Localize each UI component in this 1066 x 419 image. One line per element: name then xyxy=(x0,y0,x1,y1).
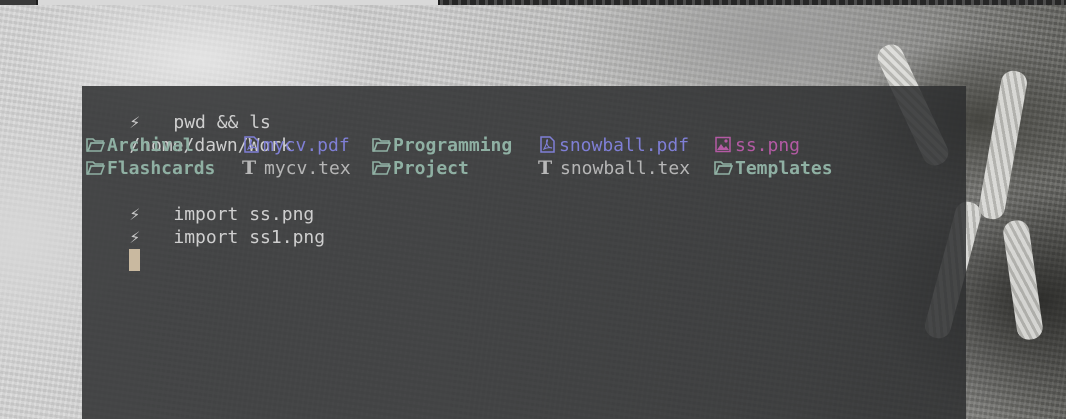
folder-open-icon xyxy=(372,159,391,175)
tex-file-icon: T xyxy=(538,157,553,179)
ls-row-1: Archival mycv.pdf Programming snowball.p… xyxy=(86,134,966,157)
workspace-indicator[interactable] xyxy=(0,0,36,5)
prompt-line: ⚡ import ss1.png xyxy=(86,203,966,248)
pdf-file-icon xyxy=(242,136,261,153)
status-bar xyxy=(0,0,1066,5)
pdf-file-icon xyxy=(538,136,557,153)
window-title-strip[interactable] xyxy=(38,0,438,5)
folder-open-icon xyxy=(86,136,105,152)
ls-entry-directory: Project xyxy=(372,157,469,180)
ls-entry-directory: Archival xyxy=(86,134,194,157)
ls-entry-tex: Tsnowball.tex xyxy=(538,157,691,179)
text-cursor xyxy=(129,249,141,271)
ls-entry-directory: Templates xyxy=(714,157,833,180)
folder-open-icon xyxy=(86,159,105,175)
image-file-icon xyxy=(714,136,733,153)
status-bar-info xyxy=(440,0,1066,5)
terminal-window[interactable]: ⚡ pwd && ls /home/dawn/Work Archival mycv… xyxy=(82,86,966,419)
output-line: /home/dawn/Work xyxy=(86,111,966,156)
ls-entry-directory: Programming xyxy=(372,134,512,157)
input-line[interactable] xyxy=(86,226,966,271)
prompt-line: ⚡ import ss.png xyxy=(86,180,966,225)
folder-open-icon xyxy=(714,159,733,175)
ls-entry-pdf: mycv.pdf xyxy=(242,134,350,157)
ls-entry-image: ss.png xyxy=(714,134,800,157)
ls-entry-tex: Tmycv.tex xyxy=(242,157,351,179)
prompt-line: ⚡ pwd && ls xyxy=(86,88,966,133)
ls-row-2: Flashcards Tmycv.tex Project Tsnowball.t… xyxy=(86,157,966,180)
ls-entry-directory: Flashcards xyxy=(86,157,215,180)
ls-entry-pdf: snowball.pdf xyxy=(538,134,689,157)
folder-open-icon xyxy=(372,136,391,152)
tex-file-icon: T xyxy=(242,157,257,179)
